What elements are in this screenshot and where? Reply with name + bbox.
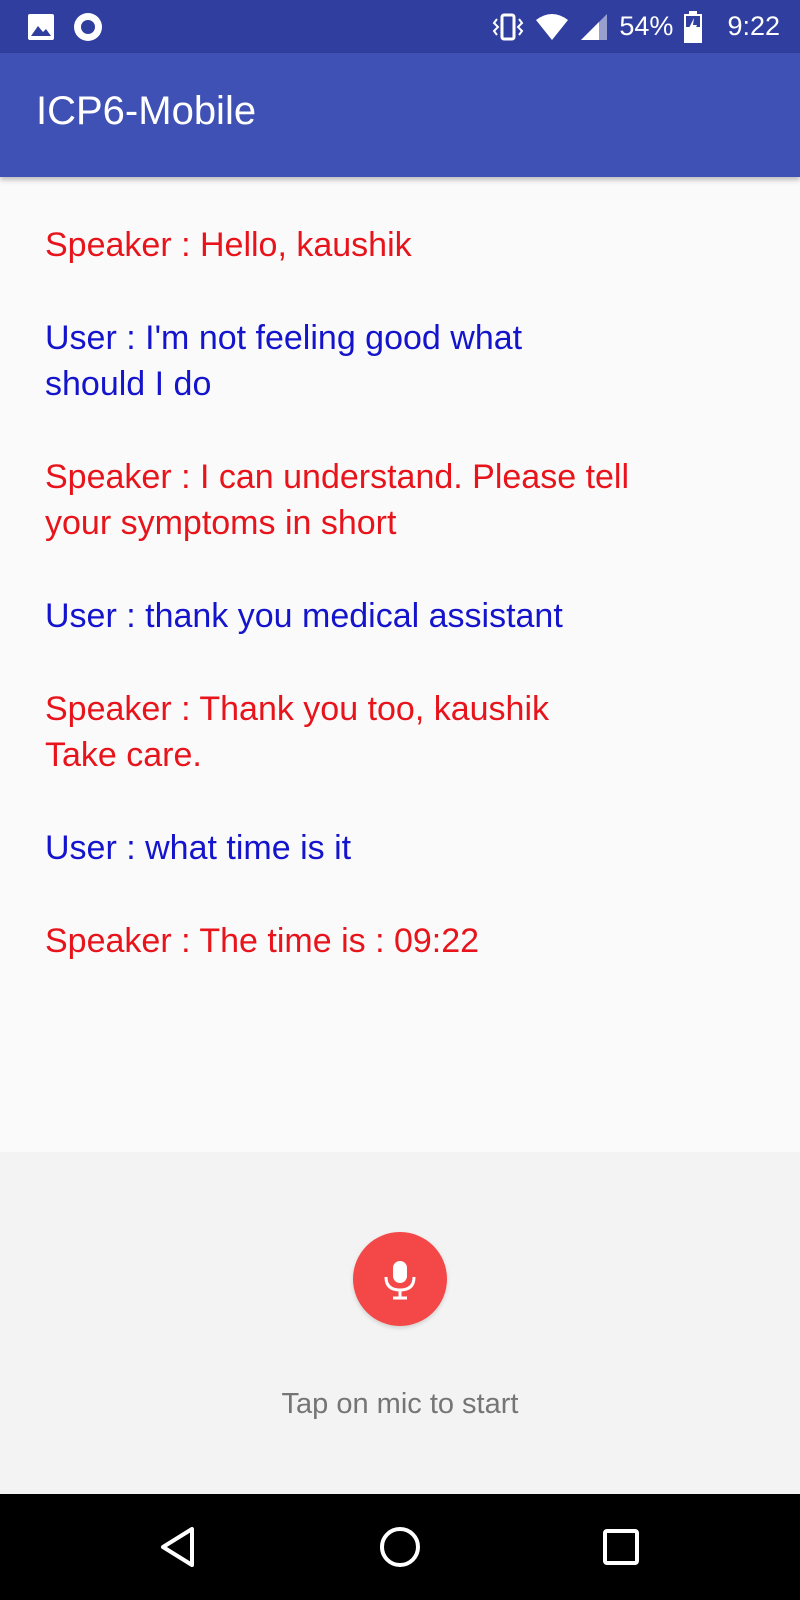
speaker-message: Speaker : I can understand. Please tell … (45, 458, 630, 542)
app-bar: ICP6-Mobile (0, 53, 800, 177)
recents-button[interactable] (561, 1494, 681, 1600)
speaker-message: Speaker : Hello, kaushik (45, 226, 412, 264)
image-icon (28, 14, 54, 40)
app-title: ICP6-Mobile (36, 89, 257, 133)
microphone-icon (384, 1261, 416, 1300)
navigation-bar (0, 1494, 800, 1600)
record-icon (74, 13, 102, 41)
back-icon (161, 1527, 194, 1567)
home-icon (380, 1527, 420, 1567)
wifi-icon (536, 13, 569, 40)
speaker-message: Speaker : The time is : 09:22 (45, 922, 480, 960)
vibrate-icon (493, 13, 524, 40)
user-message: User : I'm not feeling good what should … (45, 319, 523, 403)
user-message: User : thank you medical assistant (45, 597, 563, 635)
mic-hint: Tap on mic to start (281, 1388, 519, 1420)
conversation-log: Speaker : Hello, kaushik User : I'm not … (45, 222, 765, 1011)
battery-icon (684, 10, 703, 43)
mic-button[interactable] (353, 1232, 447, 1326)
speaker-message: Speaker : Thank you too, kaushik Take ca… (45, 690, 550, 774)
home-button[interactable] (340, 1494, 460, 1600)
signal-icon (581, 13, 608, 40)
back-button[interactable] (118, 1494, 238, 1600)
battery-percent: 54% (619, 11, 674, 41)
status-time: 9:22 (727, 11, 780, 41)
status-bar: 54% 9:22 (0, 0, 800, 53)
user-message: User : what time is it (45, 829, 352, 867)
recents-icon (603, 1529, 639, 1565)
